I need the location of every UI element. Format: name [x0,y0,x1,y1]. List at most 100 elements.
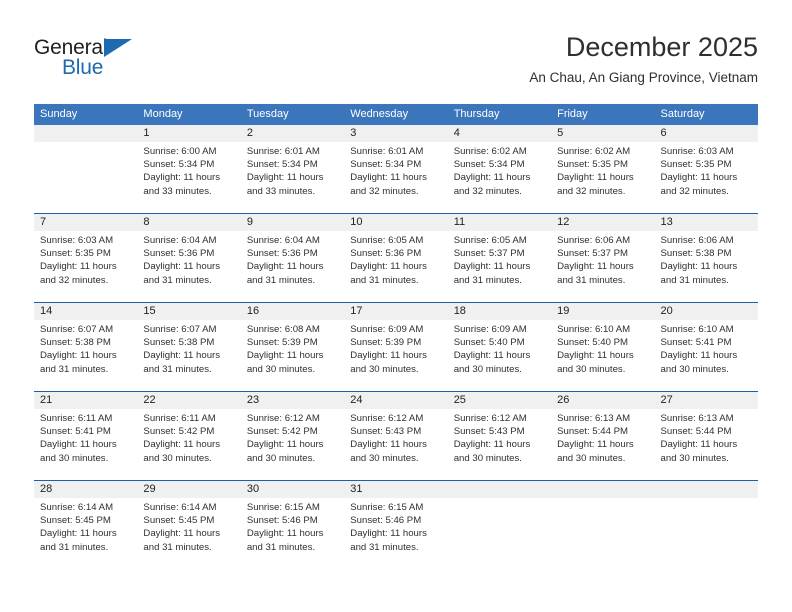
day-detail-line: Sunrise: 6:12 AM [246,413,320,424]
day-number[interactable]: 15 [137,303,240,320]
day-detail-line: Sunrise: 6:01 AM [246,146,320,157]
day-number[interactable]: 19 [551,303,654,320]
day-cell[interactable]: Sunrise: 6:11 AM Sunset: 5:41 PM Daylight:… [34,409,137,480]
day-cell[interactable]: Sunrise: 6:02 AM Sunset: 5:34 PM Daylight:… [448,142,551,213]
day-number[interactable]: 29 [137,481,240,498]
day-number[interactable] [448,481,551,498]
day-number[interactable]: 1 [137,125,240,142]
day-cell[interactable]: Sunrise: 6:02 AM Sunset: 5:35 PM Daylight:… [551,142,654,213]
day-detail-line: Sunset: 5:35 PM [660,159,732,171]
day-number[interactable]: 9 [241,214,344,231]
day-cell[interactable]: Sunrise: 6:13 AM Sunset: 5:44 PM Daylight:… [551,409,654,480]
day-number[interactable] [34,125,137,142]
day-number[interactable]: 11 [448,214,551,231]
day-number[interactable] [551,481,654,498]
weekday-thursday: Thursday [453,108,500,120]
day-cell[interactable]: Sunrise: 6:09 AM Sunset: 5:39 PM Daylight:… [344,320,447,391]
day-cell[interactable]: Sunrise: 6:04 AM Sunset: 5:36 PM Daylight:… [137,231,240,302]
day-cell[interactable]: Sunrise: 6:06 AM Sunset: 5:38 PM Daylight:… [655,231,758,302]
day-cell[interactable]: Sunrise: 6:12 AM Sunset: 5:43 PM Daylight:… [344,409,447,480]
day-detail-line: Sunset: 5:41 PM [40,426,111,438]
day-number[interactable]: 2 [241,125,344,142]
day-detail-line: Sunrise: 6:08 AM [246,324,320,335]
day-cell[interactable]: Sunrise: 6:01 AM Sunset: 5:34 PM Daylight:… [241,142,344,213]
day-cell[interactable]: Sunrise: 6:08 AM Sunset: 5:39 PM Daylight:… [241,320,344,391]
day-cell[interactable]: Sunrise: 6:11 AM Sunset: 5:42 PM Daylight:… [137,409,240,480]
day-cell[interactable]: Sunrise: 6:15 AM Sunset: 5:46 PM Daylight:… [241,498,344,569]
calendar-week-row: 7 8 9 10 11 12 13 Sunrise: 6:03 AM Sunset: 5:35 … [34,213,758,302]
day-cell[interactable]: Sunrise: 6:00 AM Sunset: 5:34 PM Daylight:… [137,142,240,213]
day-detail-line: Sunrise: 6:05 AM [350,235,424,246]
day-number[interactable]: 10 [344,214,447,231]
day-number[interactable]: 7 [34,214,137,231]
day-cell[interactable]: Sunrise: 6:07 AM Sunset: 5:38 PM Daylight:… [34,320,137,391]
day-detail-line: Sunrise: 6:07 AM [40,324,114,335]
day-number[interactable]: 16 [241,303,344,320]
day-cell[interactable]: Sunrise: 6:01 AM Sunset: 5:34 PM Daylight:… [344,142,447,213]
day-cell[interactable]: Sunrise: 6:05 AM Sunset: 5:36 PM Daylight:… [344,231,447,302]
day-detail-line: Sunset: 5:37 PM [453,248,525,260]
day-number[interactable]: 8 [137,214,240,231]
day-cell[interactable]: Sunrise: 6:09 AM Sunset: 5:40 PM Daylight:… [448,320,551,391]
day-number[interactable]: 21 [34,392,137,409]
weekday-friday: Friday [557,108,588,120]
logo-text-blue: Blue [62,56,104,79]
day-detail-line: and 32 minutes. [453,185,522,197]
day-detail-line: Sunrise: 6:15 AM [246,502,320,513]
day-number[interactable]: 27 [655,392,758,409]
day-number[interactable]: 31 [344,481,447,498]
day-cell[interactable]: Sunrise: 6:14 AM Sunset: 5:45 PM Daylight:… [34,498,137,569]
day-number[interactable]: 22 [137,392,240,409]
day-cell[interactable]: Sunrise: 6:12 AM Sunset: 5:43 PM Daylight:… [448,409,551,480]
day-number[interactable]: 26 [551,392,654,409]
day-number[interactable] [655,481,758,498]
day-detail-line: Sunrise: 6:01 AM [350,146,424,157]
day-cell-empty [655,498,758,569]
page-subtitle: An Chau, An Giang Province, Vietnam [529,70,758,85]
day-number[interactable]: 5 [551,125,654,142]
day-cell[interactable]: Sunrise: 6:03 AM Sunset: 5:35 PM Daylight:… [655,142,758,213]
day-number[interactable]: 3 [344,125,447,142]
day-number[interactable]: 20 [655,303,758,320]
day-cell[interactable]: Sunrise: 6:15 AM Sunset: 5:46 PM Daylight:… [344,498,447,569]
day-detail-line: Daylight: 11 hours [246,172,324,184]
day-number[interactable]: 4 [448,125,551,142]
day-cell[interactable]: Sunrise: 6:06 AM Sunset: 5:37 PM Daylight:… [551,231,654,302]
day-cell[interactable]: Sunrise: 6:13 AM Sunset: 5:44 PM Daylight:… [655,409,758,480]
day-detail-line: Sunrise: 6:11 AM [143,413,216,424]
day-number[interactable]: 18 [448,303,551,320]
general-blue-logo[interactable]: General Blue [34,36,164,90]
day-cell[interactable]: Sunrise: 6:12 AM Sunset: 5:42 PM Daylight:… [241,409,344,480]
day-cell[interactable]: Sunrise: 6:05 AM Sunset: 5:37 PM Daylight:… [448,231,551,302]
day-detail-line: and 31 minutes. [246,541,316,553]
day-detail-line: and 31 minutes. [143,363,212,375]
day-number[interactable]: 13 [655,214,758,231]
day-number[interactable]: 17 [344,303,447,320]
logo-triangle-icon [104,39,132,57]
day-detail-line: and 31 minutes. [40,541,109,553]
day-number[interactable]: 24 [344,392,447,409]
day-number[interactable]: 30 [241,481,344,498]
day-number[interactable]: 23 [241,392,344,409]
day-number[interactable]: 6 [655,125,758,142]
day-detail-line: Daylight: 11 hours [350,261,427,273]
day-detail-line: and 31 minutes. [143,274,212,286]
week-day-number-band: 21 22 23 24 25 26 27 [34,392,758,409]
day-number[interactable]: 12 [551,214,654,231]
day-cell[interactable]: Sunrise: 6:04 AM Sunset: 5:36 PM Daylight:… [241,231,344,302]
day-number[interactable]: 25 [448,392,551,409]
day-detail-line: Sunrise: 6:05 AM [453,235,527,246]
day-cell[interactable]: Sunrise: 6:07 AM Sunset: 5:38 PM Daylight:… [137,320,240,391]
day-cell[interactable]: Sunrise: 6:10 AM Sunset: 5:40 PM Daylight:… [551,320,654,391]
day-cell[interactable]: Sunrise: 6:14 AM Sunset: 5:45 PM Daylight:… [137,498,240,569]
day-number[interactable]: 28 [34,481,137,498]
day-number[interactable]: 14 [34,303,137,320]
day-detail-line: Daylight: 11 hours [557,172,634,184]
day-detail-line: Sunrise: 6:00 AM [143,146,217,157]
day-cell[interactable]: Sunrise: 6:03 AM Sunset: 5:35 PM Daylight:… [34,231,137,302]
day-detail-line: Daylight: 11 hours [350,172,427,184]
day-cell[interactable]: Sunrise: 6:10 AM Sunset: 5:41 PM Daylight:… [655,320,758,391]
day-detail-line: and 31 minutes. [350,541,419,553]
day-detail-line: Sunrise: 6:10 AM [660,324,734,335]
calendar-weeks: 1 2 3 4 5 6 Sunrise: 6:00 AM Sunset: 5:34 PM Day… [34,125,758,569]
